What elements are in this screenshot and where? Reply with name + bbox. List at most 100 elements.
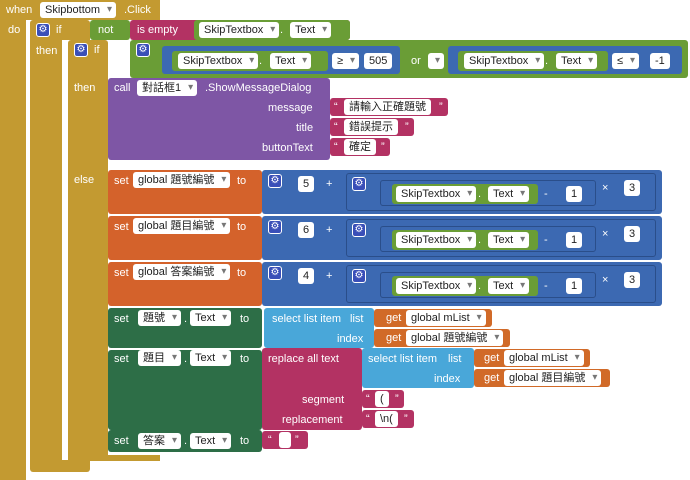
gte-skiptextbox-dropdown[interactable]: SkipTextbox [178, 53, 259, 69]
dot-separator: . [184, 353, 188, 365]
get-q-idx-dropdown[interactable]: global 題目編號 [504, 370, 602, 386]
to-keyword: to [237, 175, 247, 187]
open-quote: “ [366, 393, 370, 405]
ans-label-dropdown[interactable]: 答案 [138, 433, 181, 449]
title-string-value[interactable]: 錯誤提示 [344, 119, 398, 135]
multiply-gear-icon[interactable]: ⚙ [352, 177, 366, 191]
inner-if-block[interactable] [68, 40, 108, 460]
segment-string-value[interactable]: ( [375, 391, 389, 407]
minus-operator: - [544, 234, 548, 246]
open-quote: “ [334, 121, 338, 133]
text-property-dropdown[interactable]: Text [190, 433, 232, 449]
get-keyword: get [386, 312, 402, 324]
lte-skiptextbox-dropdown[interactable]: SkipTextbox [464, 53, 545, 69]
get-keyword: get [386, 332, 402, 344]
text-property-dropdown[interactable]: Text [290, 22, 332, 38]
dot-separator: . [545, 55, 549, 67]
q-num-label-dropdown[interactable]: 題號 [138, 310, 181, 326]
dialog-component-dropdown[interactable]: 對話框1 [137, 80, 198, 96]
skiptextbox-dropdown[interactable]: SkipTextbox [396, 278, 477, 294]
gte-text-dropdown[interactable]: Text [270, 53, 312, 69]
to-keyword: to [237, 221, 247, 233]
text-property-dropdown[interactable]: Text [190, 350, 232, 366]
index-param-label: index [434, 373, 461, 385]
to-keyword: to [240, 313, 250, 325]
number-1[interactable]: 1 [566, 278, 583, 294]
text-property-dropdown[interactable]: Text [488, 186, 530, 202]
inner-if-bottom [68, 455, 160, 461]
skiptextbox-dropdown[interactable]: SkipTextbox [396, 186, 477, 202]
set-keyword: set [114, 313, 129, 325]
replacement-param-label: replacement [282, 414, 343, 426]
open-quote: “ [268, 434, 272, 446]
close-quote: ” [405, 121, 409, 133]
else-keyword: else [74, 174, 95, 186]
gte-operator-dropdown[interactable]: ≥ [332, 53, 360, 69]
then-keyword: then [36, 45, 58, 57]
set-keyword: set [114, 435, 129, 447]
close-quote: ” [439, 101, 443, 113]
number-6[interactable]: 6 [298, 222, 315, 238]
segment-param-label: segment [302, 394, 345, 406]
number-3[interactable]: 3 [624, 226, 641, 242]
index-param-label: index [337, 333, 364, 345]
set-keyword: set [114, 175, 129, 187]
add-gear-icon[interactable]: ⚙ [268, 220, 282, 234]
inner-mutator-gear-icon[interactable]: ⚙ [74, 43, 88, 57]
number-5[interactable]: 5 [298, 176, 315, 192]
set-keyword: set [114, 221, 129, 233]
plus-operator: + [326, 224, 333, 236]
number-1[interactable]: 1 [566, 232, 583, 248]
number-neg1[interactable]: -1 [650, 53, 670, 69]
call-keyword: call [114, 82, 131, 94]
set-keyword: set [114, 267, 129, 279]
button-string-value[interactable]: 確定 [344, 139, 376, 155]
or-operator-dropdown[interactable] [428, 53, 444, 69]
event-component-dropdown[interactable]: Skipbottom [40, 2, 117, 18]
number-3[interactable]: 3 [624, 272, 641, 288]
lte-operator-dropdown[interactable]: ≤ [612, 53, 640, 69]
minus-operator: - [544, 280, 548, 292]
multiply-gear-icon[interactable]: ⚙ [352, 269, 366, 283]
or-gear-icon[interactable]: ⚙ [136, 43, 150, 57]
skiptextbox-dropdown[interactable]: SkipTextbox [199, 22, 280, 38]
text-property-dropdown[interactable]: Text [488, 278, 530, 294]
get-q-num-idx-dropdown[interactable]: global 題號編號 [406, 330, 504, 346]
text-property-dropdown[interactable]: Text [488, 232, 530, 248]
show-message-method: .ShowMessageDialog [205, 82, 312, 94]
to-keyword: to [237, 267, 247, 279]
number-3[interactable]: 3 [624, 180, 641, 196]
empty-string-value[interactable] [279, 432, 291, 448]
text-property-dropdown[interactable]: Text [190, 310, 232, 326]
number-1[interactable]: 1 [566, 186, 583, 202]
number-4[interactable]: 4 [298, 268, 315, 284]
add-gear-icon[interactable]: ⚙ [268, 266, 282, 280]
dot-separator: . [184, 435, 188, 447]
skiptextbox-dropdown[interactable]: SkipTextbox [396, 232, 477, 248]
multiply-gear-icon[interactable]: ⚙ [352, 223, 366, 237]
select-list-item-keyword: select list item [368, 353, 438, 365]
do-keyword: do [8, 24, 21, 36]
dot-separator: . [478, 280, 482, 292]
times-operator: × [602, 274, 609, 286]
close-quote: ” [395, 393, 399, 405]
message-string-value[interactable]: 請輸入正確題號 [344, 99, 431, 115]
message-param-label: message [268, 102, 313, 114]
global-a-dropdown[interactable]: global 答案編號 [133, 264, 231, 280]
number-505[interactable]: 505 [364, 53, 393, 69]
when-keyword: when [6, 4, 33, 16]
close-quote: ” [295, 434, 299, 446]
plus-operator: + [326, 178, 333, 190]
is-empty-keyword: is empty [137, 24, 178, 36]
replacement-string-value[interactable]: \n( [375, 411, 398, 427]
lte-text-dropdown[interactable]: Text [556, 53, 598, 69]
global-q-dropdown[interactable]: global 題目編號 [133, 218, 231, 234]
title-param-label: title [296, 122, 314, 134]
mutator-gear-icon[interactable]: ⚙ [36, 23, 50, 37]
get-mlist-dropdown[interactable]: global mList [406, 310, 486, 326]
get-mlist-dropdown[interactable]: global mList [504, 350, 584, 366]
global-q-num-dropdown[interactable]: global 題號編號 [133, 172, 231, 188]
q-label-dropdown[interactable]: 題目 [138, 350, 181, 366]
set-keyword: set [114, 353, 129, 365]
add-gear-icon[interactable]: ⚙ [268, 174, 282, 188]
